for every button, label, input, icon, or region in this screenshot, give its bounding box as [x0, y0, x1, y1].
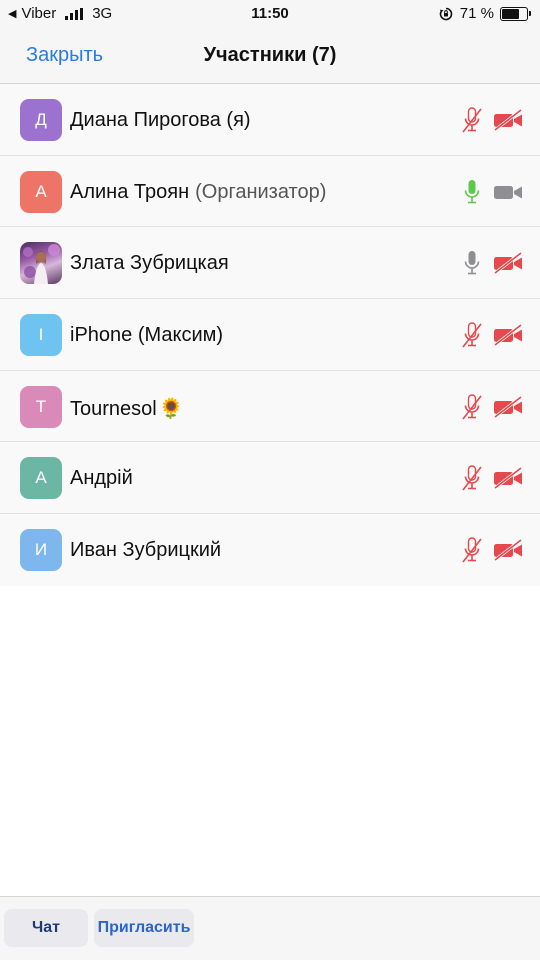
- sunflower-emoji: 🌻: [158, 397, 184, 420]
- invite-button[interactable]: Пригласить: [94, 909, 194, 947]
- avatar: А: [20, 457, 62, 500]
- participant-name-text: Диана Пирогова (я): [70, 109, 251, 131]
- participant-row[interactable]: Злата Зубрицкая: [0, 227, 540, 300]
- participant-name-text: Андрій: [70, 467, 133, 490]
- participant-row[interactable]: А Алина Троян (Организатор): [0, 156, 540, 228]
- participant-name: iPhone (Максим): [70, 324, 223, 347]
- avatar: А: [20, 170, 62, 213]
- camera-off-icon[interactable]: [493, 252, 523, 275]
- mic-muted-icon[interactable]: [462, 465, 482, 492]
- camera-off-icon[interactable]: [493, 467, 523, 490]
- orientation-lock-icon: [439, 7, 453, 20]
- participant-name: Андрій: [70, 467, 133, 490]
- participant-row[interactable]: А Андрій: [0, 442, 540, 515]
- participant-row[interactable]: Д Диана Пирогова (я): [0, 84, 540, 156]
- participant-name-text: iPhone (Максим): [70, 324, 224, 347]
- participant-name: Алина Троян (Организатор): [70, 181, 326, 204]
- camera-on-icon[interactable]: [493, 181, 523, 203]
- status-bar: ◀ Viber 3G 11:50 71 %: [0, 0, 540, 28]
- participant-name-text: Алина Троян: [70, 180, 190, 203]
- participant-row[interactable]: И Иван Зубрицкий: [0, 514, 540, 586]
- avatar: T: [20, 385, 62, 428]
- portrait-image: [23, 244, 60, 285]
- participant-list: Д Диана Пирогова (я) А Алина Троян (Орган…: [0, 84, 540, 586]
- battery-icon: [500, 6, 531, 21]
- avatar: Д: [20, 99, 62, 141]
- camera-off-icon[interactable]: [493, 324, 523, 347]
- status-right: 71 %: [438, 5, 531, 22]
- participant-row[interactable]: T Tournesol 🌻: [0, 371, 540, 443]
- mic-muted-icon[interactable]: [462, 107, 482, 134]
- page-title: Участники (7): [203, 44, 337, 66]
- avatar: I: [20, 314, 62, 357]
- chat-button[interactable]: Чат: [4, 909, 88, 947]
- avatar: И: [20, 529, 62, 572]
- mic-muted-icon[interactable]: [462, 537, 482, 564]
- mic-muted-icon[interactable]: [462, 322, 482, 349]
- mic-icon[interactable]: [462, 250, 482, 277]
- participant-name-text: Tournesol: [70, 397, 157, 420]
- participant-name: Злата Зубрицкая: [70, 252, 229, 275]
- battery-percent: 71 %: [459, 5, 494, 22]
- battery-fill: [502, 8, 520, 19]
- participant-name: Tournesol 🌻: [70, 396, 184, 421]
- participant-name: Иван Зубрицкий: [70, 539, 221, 562]
- camera-off-icon[interactable]: [493, 395, 523, 418]
- participant-name: Диана Пирогова (я): [70, 109, 251, 132]
- participant-name-text: Иван Зубрицкий: [70, 539, 222, 562]
- organizer-role-label: (Организатор): [195, 180, 327, 203]
- camera-off-icon[interactable]: [493, 539, 523, 562]
- mic-active-icon[interactable]: [462, 179, 482, 206]
- camera-off-icon[interactable]: [493, 109, 523, 131]
- bottom-toolbar: Чат Пригласить: [0, 896, 540, 960]
- avatar-photo: [20, 242, 62, 285]
- participant-name-text: Злата Зубрицкая: [70, 252, 229, 275]
- mic-muted-icon[interactable]: [462, 394, 482, 421]
- participant-row[interactable]: I iPhone (Максим): [0, 299, 540, 371]
- nav-bar: Закрыть Участники (7): [0, 28, 540, 84]
